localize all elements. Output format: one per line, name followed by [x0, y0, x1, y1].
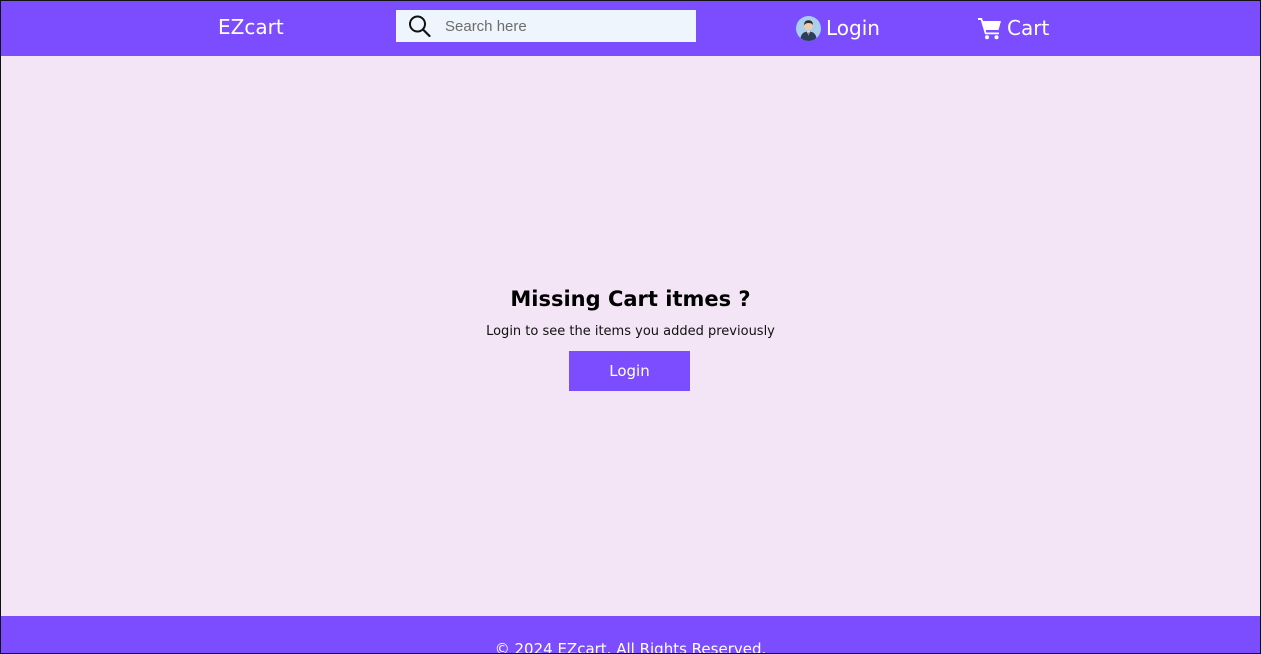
- footer-copyright: © 2024 EZcart. All Rights Reserved.: [494, 640, 767, 654]
- brand-logo[interactable]: EZcart: [218, 14, 284, 40]
- nav-cart-label: Cart: [1007, 16, 1050, 40]
- search-input[interactable]: [445, 10, 685, 42]
- empty-cart-message: Login to see the items you added previou…: [486, 324, 775, 339]
- user-avatar-icon: [796, 15, 821, 41]
- login-button[interactable]: Login: [569, 351, 690, 391]
- page-footer: © 2024 EZcart. All Rights Reserved.: [1, 616, 1260, 654]
- nav-cart-link[interactable]: Cart: [977, 14, 1049, 42]
- cart-icon: [978, 18, 1001, 40]
- nav-login-link[interactable]: Login: [796, 14, 880, 42]
- top-navbar: EZcart Login: [1, 1, 1260, 56]
- page-frame: EZcart Login: [0, 0, 1261, 654]
- empty-cart-section: Missing Cart itmes ? Login to see the it…: [1, 56, 1260, 616]
- search-box[interactable]: [396, 10, 696, 42]
- search-icon[interactable]: [408, 15, 432, 37]
- empty-cart-heading: Missing Cart itmes ?: [510, 287, 751, 311]
- nav-login-label: Login: [826, 16, 880, 40]
